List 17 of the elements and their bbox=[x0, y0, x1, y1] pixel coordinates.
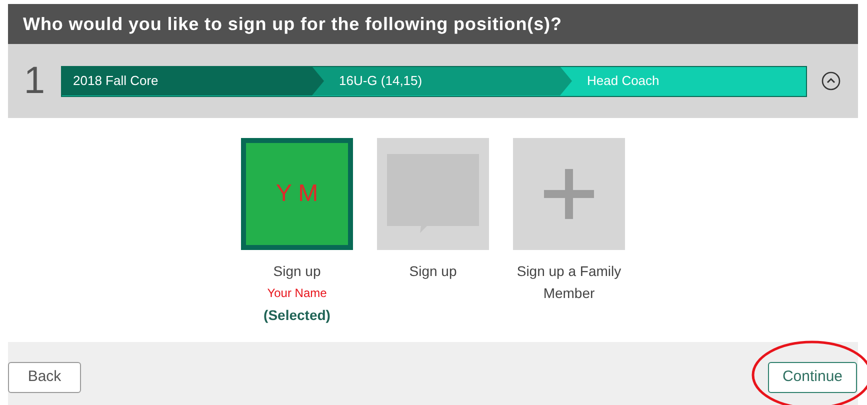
avatar-initials: Y M bbox=[276, 179, 318, 209]
breadcrumb-step: 2018 Fall Core bbox=[62, 66, 324, 96]
selection-status: (Selected) bbox=[264, 306, 330, 325]
option-label: Sign up a Family Member bbox=[516, 262, 622, 303]
continue-button[interactable]: Continue bbox=[768, 362, 857, 393]
dialog-title: Who would you like to sign up for the following position(s)? bbox=[23, 12, 562, 36]
option-label: Sign up bbox=[408, 262, 458, 281]
collapse-button[interactable] bbox=[821, 71, 841, 91]
user-name: Your Name bbox=[267, 285, 327, 302]
chevron-up-icon bbox=[821, 71, 841, 91]
plus-icon bbox=[544, 169, 594, 219]
option-label: Sign up bbox=[272, 262, 322, 281]
step-number: 1 bbox=[22, 62, 46, 100]
add-tile[interactable] bbox=[513, 138, 625, 250]
back-button[interactable]: Back bbox=[8, 362, 81, 393]
breadcrumb-step: 16U-G (14,15) bbox=[312, 66, 572, 96]
blank-tile[interactable] bbox=[377, 138, 489, 250]
